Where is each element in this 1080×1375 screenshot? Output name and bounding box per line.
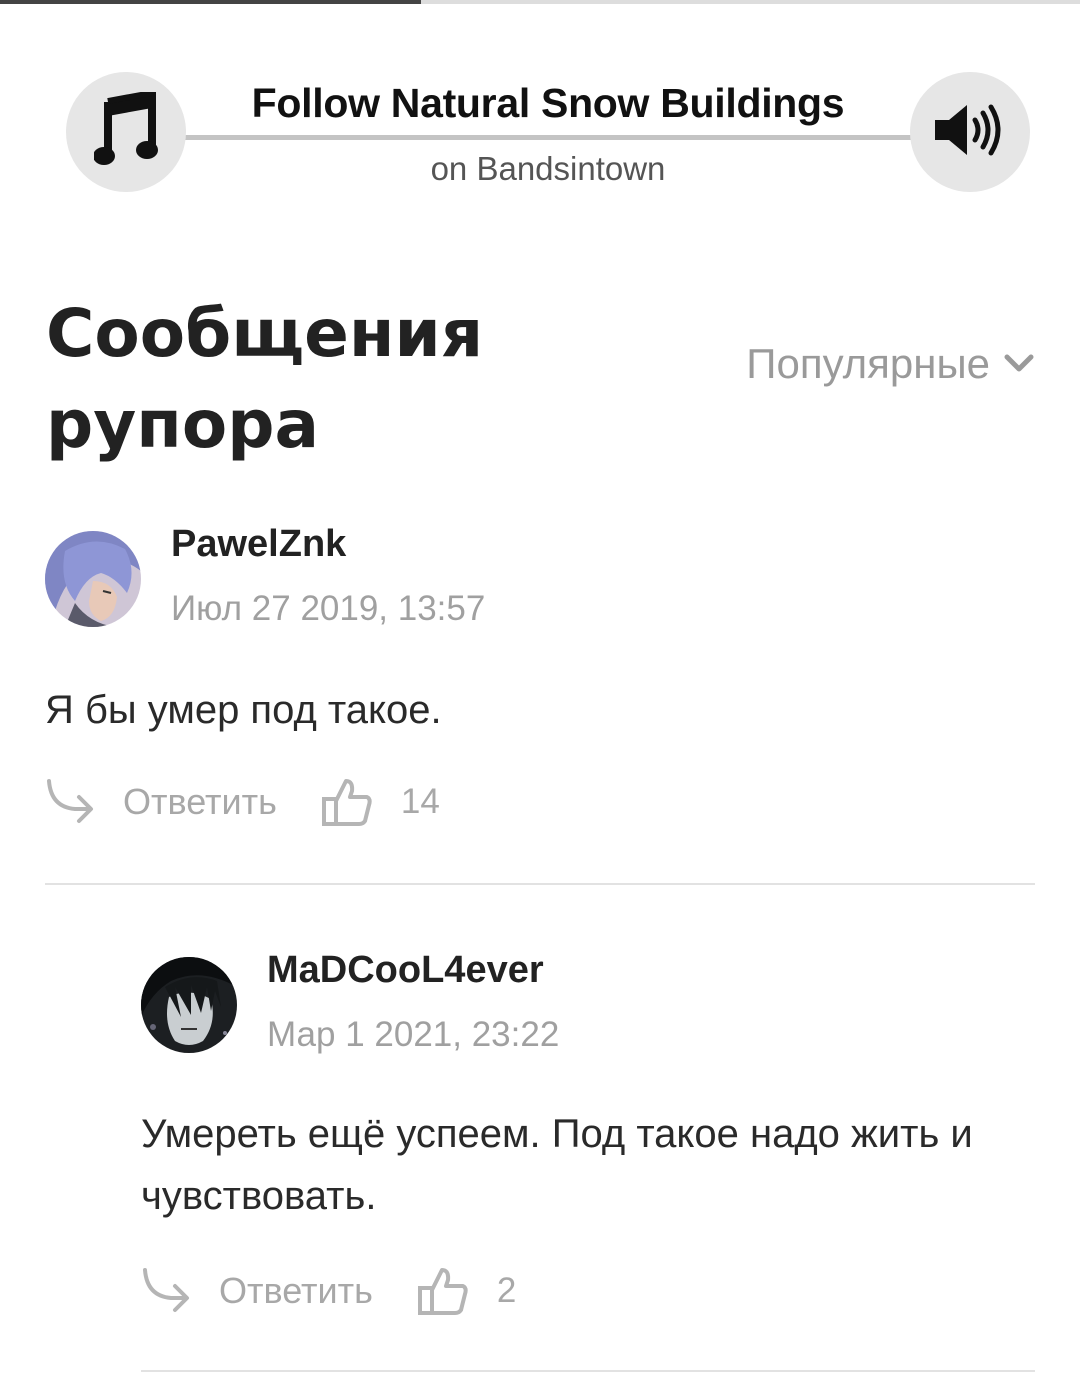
sort-dropdown[interactable]: Популярные: [746, 340, 1034, 388]
comment-date: Мар 1 2021, 23:22: [267, 1015, 560, 1054]
top-progress-fill: [0, 0, 422, 4]
section-title: Сообщения рупора: [46, 295, 484, 463]
speaker-volume-icon: [933, 102, 1007, 163]
music-note-icon: [93, 88, 158, 173]
avatar[interactable]: [141, 957, 237, 1053]
comment-text: Умереть ещё успеем. Под такое надо жить …: [141, 1112, 973, 1218]
thumbs-up-icon[interactable]: [417, 1266, 469, 1316]
comment-actions: Ответить 14: [45, 772, 440, 832]
reply-arrow-icon[interactable]: [141, 1266, 191, 1316]
comment-text: Я бы умер под такое.: [45, 688, 442, 732]
sort-label: Популярные: [746, 340, 990, 387]
divider: [45, 883, 1035, 885]
player-subtitle: on Bandsintown: [430, 150, 666, 187]
divider: [141, 1370, 1035, 1372]
comment-author[interactable]: PawelZnk: [171, 523, 346, 566]
player-track-line: [176, 135, 920, 140]
music-note-button[interactable]: [66, 72, 186, 192]
comment-date: Июл 27 2019, 13:57: [171, 589, 486, 628]
reply-arrow-icon[interactable]: [45, 777, 95, 827]
reply-button[interactable]: Ответить: [123, 781, 277, 823]
like-count: 14: [400, 782, 440, 821]
follow-player-banner: Follow Natural Snow Buildings on Bandsin…: [66, 72, 1030, 192]
avatar[interactable]: [45, 531, 141, 627]
like-count: 2: [496, 1271, 517, 1310]
chevron-down-icon: [1004, 354, 1034, 374]
comment-actions: Ответить 2: [141, 1261, 516, 1321]
top-progress-bar: [0, 0, 1080, 4]
player-title[interactable]: Follow Natural Snow Buildings: [186, 80, 910, 127]
volume-button[interactable]: [910, 72, 1030, 192]
reply-button[interactable]: Ответить: [219, 1270, 373, 1312]
comment-author[interactable]: MaDCooL4ever: [267, 949, 544, 992]
thumbs-up-icon[interactable]: [321, 777, 373, 827]
